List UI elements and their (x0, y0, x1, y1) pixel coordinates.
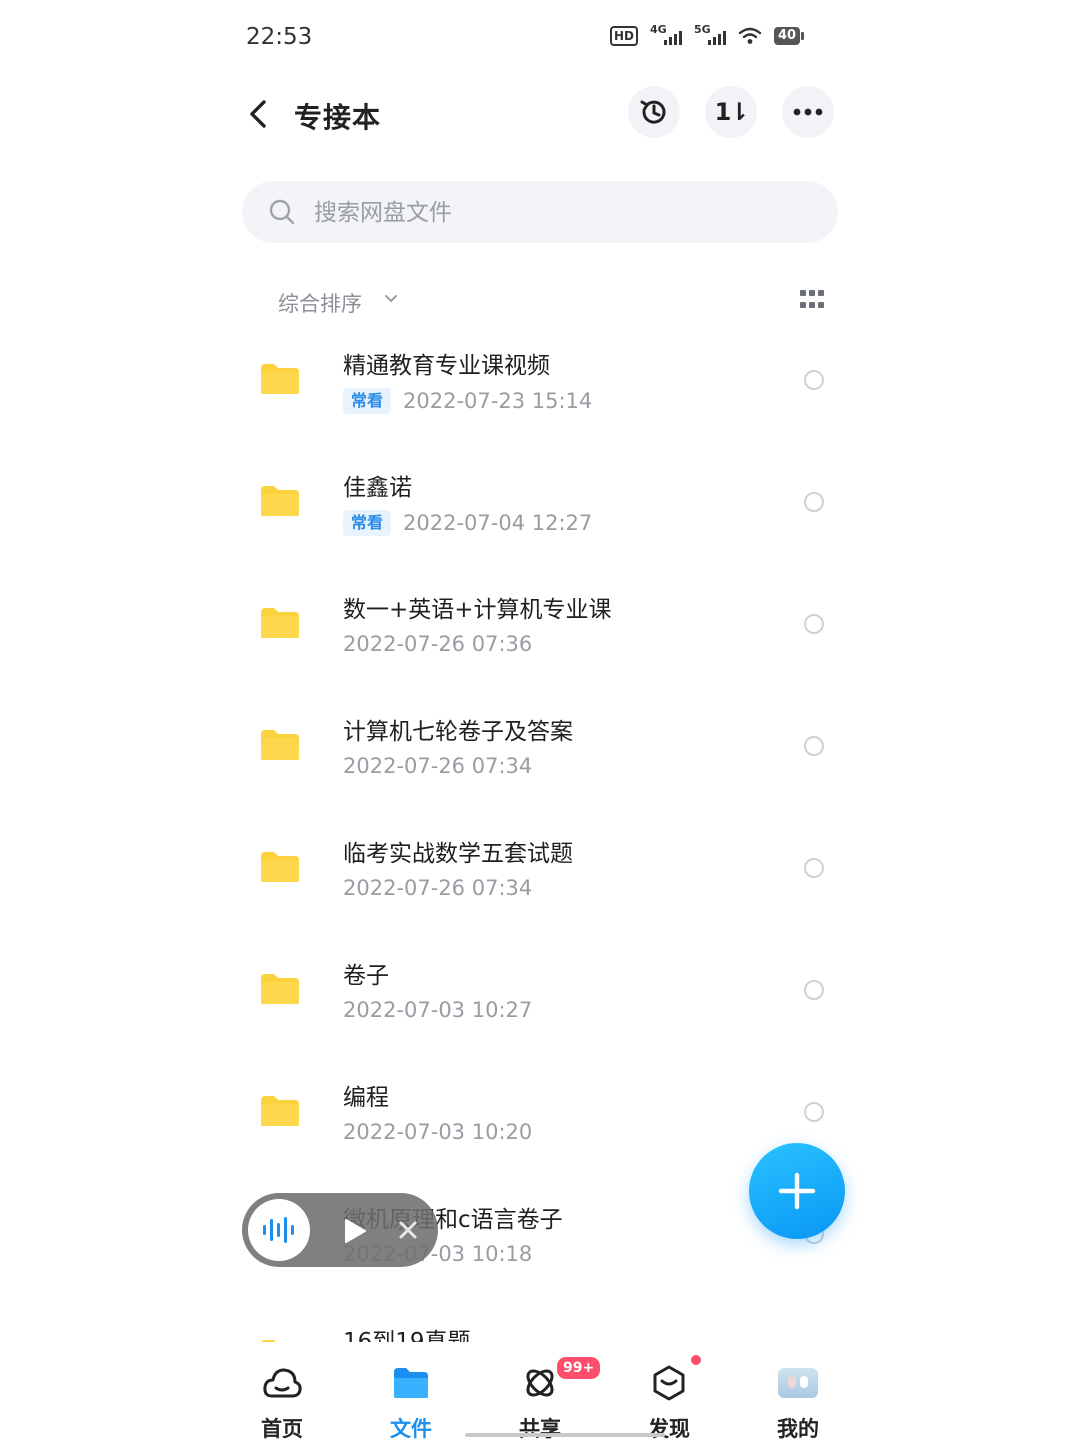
more-button[interactable] (782, 86, 834, 138)
status-icons: HD 4G 5G 40 (610, 23, 805, 46)
folder-icon (261, 852, 299, 882)
file-row[interactable]: 16到19真题 (0, 1308, 1080, 1342)
sort-icon: 1⇂ (714, 98, 750, 126)
page-title: 专接本 (294, 101, 382, 134)
back-arrow-icon (250, 100, 266, 128)
file-name: 编程 (343, 1085, 389, 1111)
sort-button[interactable]: 1⇂ (705, 86, 757, 138)
wifi-icon (738, 27, 762, 44)
search-icon (269, 199, 295, 225)
tab-home[interactable]: 首页 (232, 1343, 332, 1441)
grid-view-icon[interactable] (800, 290, 826, 310)
file-meta: 2022-07-03 10:20 (343, 1120, 532, 1144)
file-date: 2022-07-23 15:14 (403, 389, 593, 413)
file-date: 2022-07-03 10:20 (343, 1120, 533, 1144)
file-meta: 常看 2022-07-04 12:27 (343, 510, 592, 536)
file-name: 16到19真题 (343, 1329, 471, 1342)
history-icon (640, 100, 666, 124)
select-checkbox[interactable] (804, 492, 824, 512)
status-bar: 22:53 HD 4G 5G 40 (0, 0, 1080, 76)
file-name: 临考实战数学五套试题 (343, 841, 573, 867)
signal-4g-icon: 4G (650, 23, 683, 45)
select-checkbox[interactable] (804, 370, 824, 390)
file-meta: 2022-07-26 07:36 (343, 632, 532, 656)
tab-files[interactable]: 文件 (361, 1343, 461, 1441)
file-name: 数一+英语+计算机专业课 (343, 597, 612, 623)
tab-share[interactable]: 99+ 共享 (490, 1343, 603, 1441)
frequent-tag: 常看 (343, 510, 392, 536)
play-icon[interactable] (342, 1217, 368, 1245)
file-row[interactable]: 计算机七轮卷子及答案 2022-07-26 07:34 (0, 698, 1080, 820)
folder-icon (261, 1096, 299, 1126)
folder-icon (261, 1340, 276, 1342)
history-button[interactable] (628, 86, 680, 138)
back-button[interactable] (242, 94, 278, 134)
chevron-down-icon[interactable] (384, 294, 398, 304)
file-row[interactable]: 佳鑫诺 常看 2022-07-04 12:27 (0, 454, 1080, 576)
discover-box-icon (649, 1363, 689, 1403)
folder-icon (261, 730, 299, 760)
file-date: 2022-07-04 12:27 (403, 511, 593, 535)
file-date: 2022-07-26 07:36 (343, 632, 533, 656)
battery-icon: 40 (774, 27, 805, 45)
file-date: 2022-07-03 10:27 (343, 998, 533, 1022)
folder-icon (261, 486, 299, 516)
frequent-tag: 常看 (343, 388, 392, 414)
file-name: 计算机七轮卷子及答案 (343, 719, 573, 745)
file-row[interactable]: 临考实战数学五套试题 2022-07-26 07:34 (0, 820, 1080, 942)
voice-player[interactable] (242, 1193, 438, 1267)
folder-icon (391, 1363, 431, 1403)
file-name: 精通教育专业课视频 (343, 353, 550, 379)
file-name: 卷子 (343, 963, 389, 989)
file-meta: 常看 2022-07-23 15:14 (343, 388, 592, 414)
notification-badge: 99+ (555, 1355, 603, 1381)
file-date: 2022-07-26 07:34 (343, 876, 533, 900)
folder-icon (261, 608, 299, 638)
select-checkbox[interactable] (804, 736, 824, 756)
more-icon (793, 108, 823, 116)
file-date: 2022-07-26 07:34 (343, 754, 533, 778)
header: 专接本 1⇂ (0, 80, 1080, 146)
sort-dropdown[interactable]: 综合排序 (278, 288, 362, 318)
file-meta: 2022-07-26 07:34 (343, 754, 532, 778)
search-bar[interactable] (242, 181, 838, 243)
file-row[interactable]: 微机原理和c语言卷子 2022-07-03 10:18 (0, 1186, 1080, 1308)
home-indicator (465, 1433, 665, 1437)
cloud-icon (262, 1363, 302, 1403)
signal-5g-icon: 5G (694, 23, 727, 45)
plus-icon (778, 1172, 816, 1210)
tab-discover[interactable]: 发现 (619, 1343, 719, 1441)
tab-me[interactable]: 我的 (748, 1343, 848, 1441)
sound-wave-icon (263, 1217, 294, 1243)
file-row[interactable]: 编程 2022-07-03 10:20 (0, 1064, 1080, 1186)
add-button[interactable] (749, 1143, 845, 1239)
bottom-tab-bar: 首页 文件 99+ 共享 发现 我的 (0, 1343, 1080, 1441)
file-meta: 2022-07-03 10:27 (343, 998, 532, 1022)
file-row[interactable]: 卷子 2022-07-03 10:27 (0, 942, 1080, 1064)
hd-icon: HD (610, 26, 639, 46)
file-row[interactable]: 精通教育专业课视频 常看 2022-07-23 15:14 (0, 332, 1080, 454)
file-meta: 2022-07-26 07:34 (343, 876, 532, 900)
close-icon[interactable] (396, 1218, 420, 1242)
file-name: 佳鑫诺 (343, 475, 412, 501)
select-checkbox[interactable] (804, 858, 824, 878)
select-checkbox[interactable] (804, 614, 824, 634)
folder-icon (261, 364, 299, 394)
sort-row: 综合排序 (0, 282, 1080, 322)
file-row[interactable]: 数一+英语+计算机专业课 2022-07-26 07:36 (0, 576, 1080, 698)
select-checkbox[interactable] (804, 1102, 824, 1122)
search-input[interactable] (312, 191, 816, 235)
share-orbit-icon (520, 1363, 560, 1403)
avatar-icon (778, 1363, 818, 1403)
notification-dot (691, 1355, 701, 1365)
status-time: 22:53 (246, 24, 313, 50)
voice-wave-button[interactable] (248, 1199, 310, 1261)
select-checkbox[interactable] (804, 980, 824, 1000)
folder-icon (261, 974, 299, 1004)
file-list: 精通教育专业课视频 常看 2022-07-23 15:14 佳鑫诺 常看 202… (0, 332, 1080, 1342)
